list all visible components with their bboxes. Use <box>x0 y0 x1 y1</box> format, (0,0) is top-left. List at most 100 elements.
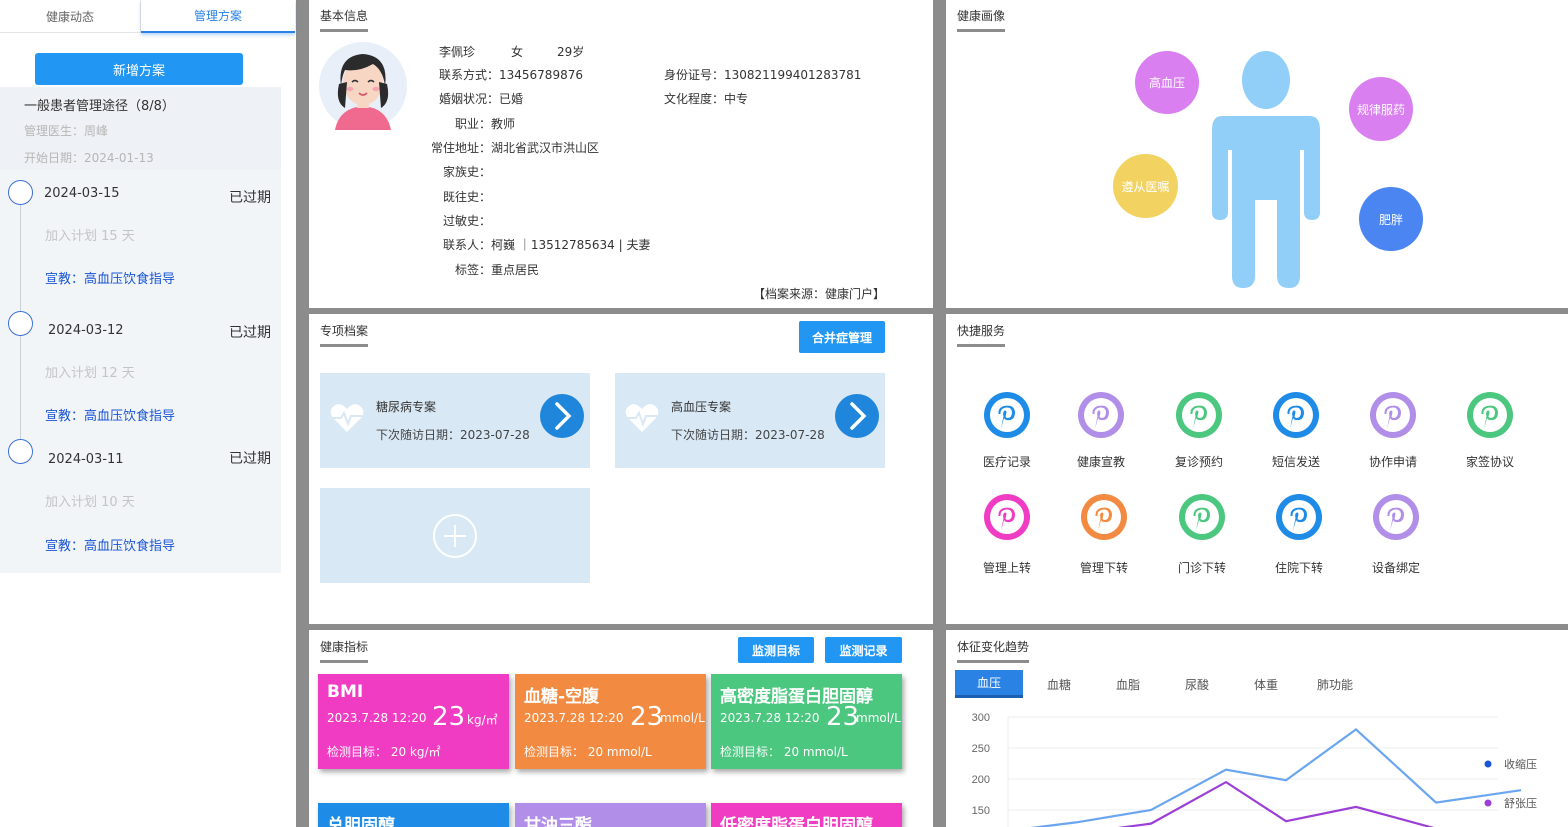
indicator-target: 检测目标： 20 mmol/L <box>524 745 652 759</box>
indicator-target: 检测目标： 20 mmol/L <box>720 745 848 759</box>
quick-service-label: 健康宣教 <box>1076 455 1125 469</box>
quick-service-label: 门诊下转 <box>1177 561 1226 575</box>
pinterest-icon <box>1370 392 1416 438</box>
trend-tab[interactable]: 肺功能 <box>1301 670 1369 698</box>
quick-service-label: 管理上转 <box>982 561 1031 575</box>
y-tick-label: 150 <box>972 805 990 817</box>
indicator-card[interactable]: 甘油三酯 <box>515 803 706 827</box>
patient-name: 李佩珍 <box>439 45 476 59</box>
heartbeat-icon <box>625 404 659 432</box>
tab-health-dynamics[interactable]: 健康动态 <box>0 0 141 33</box>
patient-education: 文化程度：中专 <box>664 92 749 106</box>
timeline-line <box>20 336 21 440</box>
trend-tab[interactable]: 血压 <box>955 670 1023 698</box>
add-plan-button[interactable]: 新增方案 <box>35 53 243 85</box>
legend-dot <box>1484 799 1492 807</box>
past-history: 既往史： <box>442 190 491 204</box>
indicator-card[interactable]: 血糖-空腹 2023.7.28 12:20 23 mmol/L 检测目标： 20 mmo… <box>515 674 706 769</box>
timeline-date: 2024-03-15 <box>44 186 120 201</box>
chevron-right-icon[interactable] <box>539 393 585 439</box>
quick-service-label: 住院下转 <box>1274 561 1323 575</box>
quick-service-label: 协作申请 <box>1368 455 1417 469</box>
trend-tab[interactable]: 尿酸 <box>1163 670 1231 698</box>
quick-service-panel: 快捷服务 医疗记录 健康宣教 复诊预约 短信发送 协作申请 家签协议 管理上转 管理下转 门诊下… <box>946 314 1568 624</box>
card-title: 糖尿病专案 <box>376 400 437 414</box>
pinterest-icon <box>984 392 1030 438</box>
comorbidity-management-button[interactable]: 合并症管理 <box>799 321 885 353</box>
indicator-card[interactable]: 低密度脂蛋白胆固醇 <box>711 803 902 827</box>
indicator-name: 低密度脂蛋白胆固醇 <box>720 816 873 827</box>
tag-bubble-hypertension: 高血压 <box>1135 51 1199 114</box>
y-tick-label: 200 <box>972 774 990 786</box>
panel-title: 专项档案 <box>320 322 369 347</box>
indicator-card[interactable]: BMI 2023.7.28 12:20 23 kg/㎡ 检测目标： 20 kg/㎡ <box>318 674 509 769</box>
pinterest-icon <box>1176 392 1222 438</box>
pinterest-icon <box>984 494 1030 540</box>
card-next-visit: 下次随访日期：2023-07-28 <box>671 428 825 442</box>
tag-bubble-follow-advice: 遵从医嘱 <box>1113 154 1178 218</box>
trend-line-chart: 300 250 200 150 收缩压舒张压 <box>972 712 1537 827</box>
timeline-line <box>20 205 21 313</box>
legend-label: 收缩压 <box>1504 757 1537 771</box>
card-title: 高血压专案 <box>671 400 732 414</box>
trend-tab[interactable]: 体重 <box>1232 670 1300 698</box>
hypertension-archive-card[interactable]: 高血压专案 下次随访日期：2023-07-28 <box>615 373 885 468</box>
indicator-value: 23 <box>432 702 466 732</box>
panel-title: 健康指标 <box>320 638 369 663</box>
timeline-node <box>8 439 33 464</box>
plus-circle-icon <box>433 514 477 558</box>
patient-address: 常住地址：湖北省武汉市洪山区 <box>430 141 600 155</box>
timeline-edu-link[interactable]: 宣教：高血压饮食指导 <box>45 405 175 424</box>
plan-title: 一般患者管理途径（8/8） <box>24 99 175 114</box>
special-archive-panel: 专项档案 合并症管理 糖尿病专案 下次随访日期：2023-07-28 高血压专案… <box>309 314 933 624</box>
timeline-status: 已过期 <box>229 190 271 206</box>
indicator-unit: mmol/L <box>660 711 705 725</box>
indicator-card[interactable]: 高密度脂蛋白胆固醇 2023.7.28 12:20 23 mmol/L 检测目标： 20… <box>711 674 902 769</box>
pinterest-icon <box>1273 392 1319 438</box>
timeline-date: 2024-03-11 <box>48 452 124 467</box>
quick-service-label: 医疗记录 <box>982 455 1031 469</box>
pinterest-icon <box>1081 494 1127 540</box>
patient-phone: 联系方式：13456789876 <box>439 68 583 82</box>
allergy-history: 过敏史： <box>442 214 491 228</box>
pinterest-icon <box>1276 494 1322 540</box>
monitor-target-button[interactable]: 监测目标 <box>738 637 814 663</box>
trend-tab[interactable]: 血脂 <box>1094 670 1162 698</box>
y-tick-label: 250 <box>972 743 990 755</box>
legend-label: 舒张压 <box>1504 796 1537 810</box>
chevron-right-icon[interactable] <box>834 393 880 439</box>
quick-service-label: 复诊预约 <box>1174 455 1223 469</box>
indicator-time: 2023.7.28 12:20 <box>720 711 820 725</box>
card-next-visit: 下次随访日期：2023-07-28 <box>376 428 530 442</box>
y-tick-label: 300 <box>972 712 990 724</box>
avatar <box>319 42 407 130</box>
indicator-name: 甘油三酯 <box>524 816 592 827</box>
timeline-edu-link[interactable]: 宣教：高血压饮食指导 <box>45 268 175 287</box>
pinterest-icon <box>1373 494 1419 540</box>
timeline-node <box>8 180 33 205</box>
trend-tab[interactable]: 血糖 <box>1025 670 1093 698</box>
plan-start-date: 开始日期：2024-01-13 <box>24 151 154 165</box>
timeline-date: 2024-03-12 <box>48 323 124 338</box>
indicator-unit: mmol/L <box>856 711 901 725</box>
patient-id: 身份证号：130821199401283781 <box>664 68 862 82</box>
indicator-unit: kg/㎡ <box>467 713 498 727</box>
series-line-1 <box>1117 780 1435 827</box>
add-archive-card[interactable] <box>320 488 590 583</box>
timeline-edu-link[interactable]: 宣教：高血压饮食指导 <box>45 535 175 554</box>
patient-tag: 标签：重点居民 <box>454 263 540 277</box>
indicator-time: 2023.7.28 12:20 <box>327 711 427 725</box>
indicator-name: 血糖-空腹 <box>524 687 600 707</box>
monitor-record-button[interactable]: 监测记录 <box>825 637 902 663</box>
patient-job: 职业：教师 <box>454 117 516 131</box>
diabetes-archive-card[interactable]: 糖尿病专案 下次随访日期：2023-07-28 <box>320 373 590 468</box>
tab-management-plan[interactable]: 管理方案 <box>141 0 295 33</box>
indicator-name: 总胆固醇 <box>327 816 395 827</box>
human-figure-icon <box>1212 51 1320 288</box>
pinterest-icon <box>1467 392 1513 438</box>
family-history: 家族史： <box>442 165 491 179</box>
timeline-days: 加入计划 12 天 <box>45 366 135 381</box>
indicator-card[interactable]: 总胆固醇 <box>318 803 509 827</box>
patient-marriage: 婚姻状况：已婚 <box>439 92 524 106</box>
indicator-time: 2023.7.28 12:20 <box>524 711 624 725</box>
